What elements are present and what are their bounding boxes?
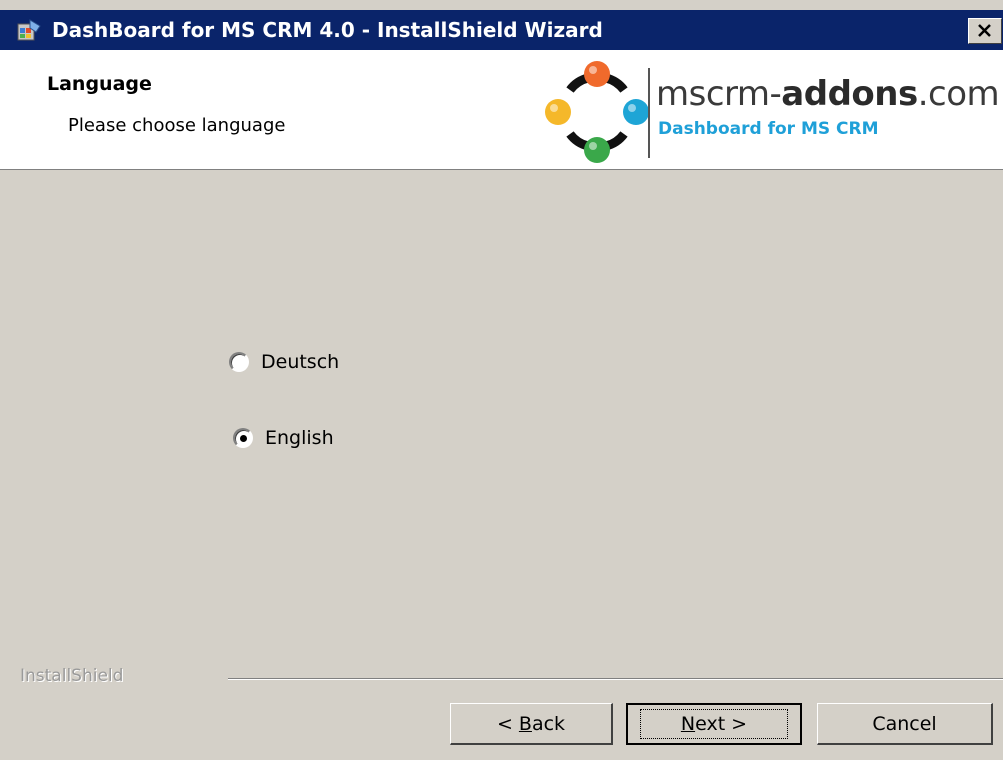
close-button[interactable] bbox=[968, 18, 1002, 44]
page-subheading: Please choose language bbox=[68, 115, 286, 136]
back-label: < Back bbox=[497, 713, 565, 735]
close-icon bbox=[978, 24, 991, 37]
logo-text-suffix: .com bbox=[917, 74, 1000, 114]
radio-deutsch-label[interactable]: Deutsch bbox=[261, 351, 339, 373]
logo-text-bold: addons bbox=[781, 74, 918, 114]
mscrm-logo-icon bbox=[545, 61, 649, 163]
next-mnemonic: N bbox=[680, 713, 696, 735]
title-bar[interactable]: DashBoard for MS CRM 4.0 - InstallShield… bbox=[0, 10, 1003, 50]
logo-divider bbox=[648, 68, 650, 158]
back-prefix: < bbox=[496, 712, 519, 735]
installshield-brand: InstallShield bbox=[20, 666, 124, 686]
next-label: Next > bbox=[639, 709, 789, 739]
next-button[interactable]: Next > bbox=[626, 703, 802, 745]
radio-deutsch[interactable]: Deutsch bbox=[229, 351, 339, 373]
next-rest: ext > bbox=[695, 713, 748, 735]
radio-english[interactable]: English bbox=[233, 427, 334, 449]
back-rest: ack bbox=[531, 712, 566, 735]
radio-english-button[interactable] bbox=[233, 428, 253, 448]
logo-text-prefix: mscrm- bbox=[656, 74, 782, 114]
back-mnemonic: B bbox=[518, 712, 532, 735]
installer-window: DashBoard for MS CRM 4.0 - InstallShield… bbox=[0, 0, 1003, 760]
logo-subtitle: Dashboard for MS CRM bbox=[658, 119, 879, 139]
window-title: DashBoard for MS CRM 4.0 - InstallShield… bbox=[52, 18, 603, 42]
header-banner: Language Please choose language mscrm-ad… bbox=[0, 50, 1003, 170]
back-button[interactable]: < Back bbox=[450, 703, 613, 745]
page-heading: Language bbox=[47, 73, 152, 95]
installer-icon bbox=[17, 19, 41, 41]
radio-deutsch-button[interactable] bbox=[229, 352, 249, 372]
logo-wordmark: mscrm-addons.com bbox=[656, 74, 1000, 114]
radio-english-label[interactable]: English bbox=[265, 427, 334, 449]
cancel-label: Cancel bbox=[872, 712, 937, 735]
footer-divider bbox=[228, 678, 1003, 680]
cancel-button[interactable]: Cancel bbox=[817, 703, 993, 745]
